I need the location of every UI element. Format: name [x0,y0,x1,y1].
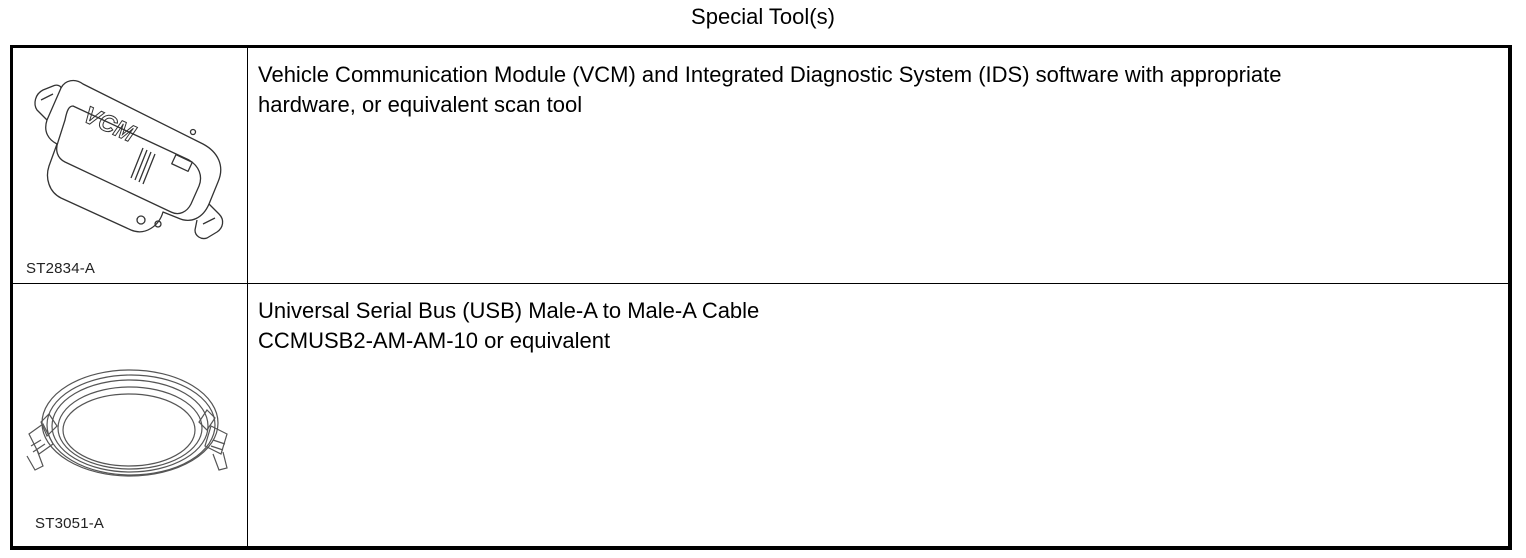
tool-image-cell: ST3051-A [13,284,248,546]
description-line: Universal Serial Bus (USB) Male-A to Mal… [258,298,760,323]
description-line: Vehicle Communication Module (VCM) and I… [258,62,1282,87]
vcm-device-icon: VCM [34,79,224,240]
tool-description: Universal Serial Bus (USB) Male-A to Mal… [258,296,1428,356]
page-title: Special Tool(s) [691,4,835,29]
tool-number: ST3051-A [35,515,105,532]
tool-description: Vehicle Communication Module (VCM) and I… [258,60,1428,120]
special-tools-table: VCM ST2834-A Vehicle Communication Modul… [10,45,1512,550]
table-row: ST3051-A Universal Serial Bus (USB) Male… [13,284,1508,546]
description-line: hardware, or equivalent scan tool [258,92,583,117]
table-row: VCM ST2834-A Vehicle Communication Modul… [13,48,1508,284]
usb-cable-icon [26,369,228,477]
tool-image-cell: VCM ST2834-A [13,48,248,283]
tool-number: ST2834-A [26,260,96,277]
description-line: CCMUSB2-AM-AM-10 or equivalent [258,328,611,353]
